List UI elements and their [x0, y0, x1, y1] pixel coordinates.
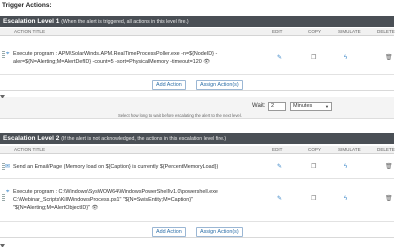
assign-actions-button[interactable]: Assign Action(s)	[196, 227, 243, 237]
col-copy: COPY	[308, 29, 322, 34]
execute-program-icon: ⌖	[6, 51, 10, 57]
wait-hint: Select how long to wait before escalatin…	[118, 113, 242, 118]
col-action-title: ACTION TITLE	[14, 29, 46, 34]
col-delete: DELETE	[377, 147, 395, 152]
delete-icon[interactable]: 🗑	[385, 163, 393, 171]
email-icon: ✉	[5, 164, 11, 170]
trigger-actions-panel: Trigger Actions: Escalation Level 1 (Whe…	[0, 0, 400, 250]
copy-icon[interactable]: ❐	[311, 54, 316, 62]
edit-icon[interactable]: ✎	[277, 195, 282, 203]
action-title-line1: Execute program : APM\SolarWinds.APM.Rea…	[13, 51, 218, 57]
simulate-icon[interactable]: ϟ	[344, 54, 347, 62]
col-edit: EDIT	[272, 29, 283, 34]
table-row[interactable]: ⌖ Execute program : C:\Windows\SysWOW64\…	[0, 180, 394, 222]
escalation-level-1-bar[interactable]: Escalation Level 1 (When the alert is tr…	[0, 16, 394, 27]
table-row[interactable]: ✉ Send an Email/Page (Memory load on ${C…	[0, 155, 394, 179]
action-title-line3: "${N=Alerting;M=AlertObjectID}" 👁	[13, 205, 99, 211]
wait-label: Wait:	[252, 103, 266, 109]
copy-icon[interactable]: ❐	[311, 163, 316, 171]
action-title-line2: C:\Webinar_Scripts\KillWindowsProcess.ps…	[13, 197, 194, 203]
assign-actions-button[interactable]: Assign Action(s)	[196, 80, 243, 90]
expand-arrow-icon[interactable]	[0, 244, 5, 249]
execute-program-icon: ⌖	[6, 189, 10, 195]
action-title-line1: Execute program : C:\Windows\SysWOW64\Wi…	[13, 189, 218, 195]
level-2-heading: Escalation Level 2	[3, 135, 60, 142]
wait-value-input[interactable]: 2	[268, 102, 286, 111]
edit-icon[interactable]: ✎	[277, 54, 282, 62]
escalation-level-2-bar[interactable]: Escalation Level 2 (If the alert is not …	[0, 133, 394, 144]
level-1-actions-row: Add Action Assign Action(s)	[0, 79, 394, 91]
add-action-button[interactable]: Add Action	[152, 80, 186, 90]
level-1-heading: Escalation Level 1	[3, 18, 60, 25]
add-action-button[interactable]: Add Action	[152, 227, 186, 237]
drag-handle-icon[interactable]	[2, 51, 5, 59]
delete-icon[interactable]: 🗑	[385, 195, 393, 203]
expand-arrow-icon[interactable]	[0, 95, 5, 100]
col-delete: DELETE	[377, 29, 395, 34]
level-1-table-header: ACTION TITLE EDIT COPY SIMULATE DELETE	[0, 28, 395, 36]
view-icon[interactable]: 👁	[91, 205, 98, 211]
copy-icon[interactable]: ❐	[311, 195, 316, 203]
col-action-title: ACTION TITLE	[14, 147, 46, 152]
table-row[interactable]: ⌖ Execute program : APM\SolarWinds.APM.R…	[0, 37, 394, 75]
wait-unit-select[interactable]: Minutes ▼	[290, 102, 332, 111]
edit-icon[interactable]: ✎	[277, 163, 282, 171]
simulate-icon[interactable]: ϟ	[344, 195, 347, 203]
level-2-table-header: ACTION TITLE EDIT COPY SIMULATE DELETE	[0, 146, 395, 154]
view-icon[interactable]: 👁	[203, 59, 210, 65]
simulate-icon[interactable]: ϟ	[344, 163, 347, 171]
level-2-hint: (If the alert is not acknowledged, the a…	[61, 136, 227, 142]
delete-icon[interactable]: 🗑	[385, 54, 393, 62]
col-simulate: SIMULATE	[338, 147, 361, 152]
drag-handle-icon[interactable]	[2, 194, 5, 202]
action-title-line2: aler=${N=Alerting;M=AlertDefID} -count=5…	[13, 59, 211, 65]
escalation-wait-box: Wait: 2 Minutes ▼ Select how long to wait…	[0, 95, 394, 119]
col-copy: COPY	[308, 147, 322, 152]
action-title: Send an Email/Page (Memory load on ${Cap…	[13, 164, 219, 170]
section-title: Trigger Actions:	[2, 2, 52, 9]
col-edit: EDIT	[272, 147, 283, 152]
level-1-hint: (When the alert is triggered, all action…	[61, 19, 189, 25]
col-simulate: SIMULATE	[338, 29, 361, 34]
level-2-actions-row: Add Action Assign Action(s)	[0, 226, 394, 238]
